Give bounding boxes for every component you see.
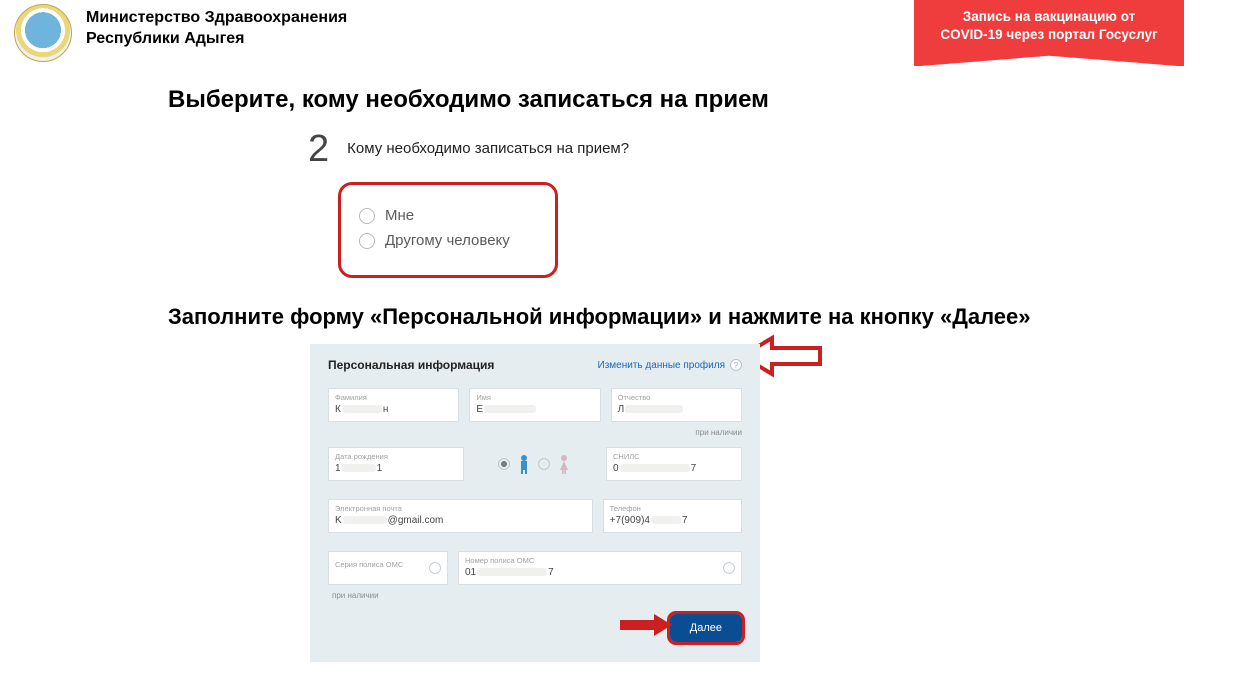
optional-hint-1: при наличии xyxy=(328,428,742,437)
female-icon xyxy=(556,454,572,474)
page-content: Выберите, кому необходимо записаться на … xyxy=(168,86,1180,662)
help-icon[interactable]: ? xyxy=(730,359,742,371)
organization-name: Министерство Здравоохранения Республики … xyxy=(86,4,347,50)
personal-info-panel-wrap: Персональная информация Изменить данные … xyxy=(310,344,760,662)
badge-line-1: Запись на вакцинацию от xyxy=(924,8,1174,26)
oms-number-value: 017 xyxy=(465,567,554,578)
firstname-label: Имя xyxy=(476,393,593,402)
firstname-field[interactable]: Имя Е xyxy=(469,388,600,422)
patronymic-value: Л xyxy=(618,404,685,415)
instruction-heading-1: Выберите, кому необходимо записаться на … xyxy=(168,86,1180,114)
oms-number-label: Номер полиса ОМС xyxy=(465,556,735,565)
patronymic-field[interactable]: Отчество Л xyxy=(611,388,742,422)
snils-field[interactable]: СНИЛС 07 xyxy=(606,447,742,481)
radio-icon xyxy=(359,233,375,249)
radio-option-other[interactable]: Другому человеку xyxy=(359,232,537,249)
dob-value: 11 xyxy=(335,463,382,474)
lastname-field[interactable]: Фамилия Кн xyxy=(328,388,459,422)
lastname-label: Фамилия xyxy=(335,393,452,402)
radio-icon xyxy=(359,208,375,224)
optional-hint-2: при наличии xyxy=(332,591,742,600)
step-2-question: Кому необходимо записаться на прием? xyxy=(347,130,629,157)
gender-female-radio[interactable] xyxy=(538,458,550,470)
org-line-1: Министерство Здравоохранения xyxy=(86,8,347,29)
who-radio-group: Мне Другому человеку xyxy=(338,182,558,278)
next-button[interactable]: Далее xyxy=(670,614,742,642)
step-2-row: 2 Кому необходимо записаться на прием? xyxy=(308,130,1180,168)
organization-block: Министерство Здравоохранения Республики … xyxy=(14,4,347,62)
phone-label: Телефон xyxy=(610,504,735,513)
oms-number-field[interactable]: Номер полиса ОМС 017 xyxy=(458,551,742,585)
phone-value: +7(909)47 xyxy=(610,515,688,526)
radio-option-me[interactable]: Мне xyxy=(359,207,537,224)
email-label: Электронная почта xyxy=(335,504,586,513)
radio-label-other: Другому человеку xyxy=(385,232,510,249)
oms-series-field[interactable]: Серия полиса ОМС xyxy=(328,551,448,585)
male-icon xyxy=(516,454,532,474)
email-value: K@gmail.com xyxy=(335,515,443,526)
snils-label: СНИЛС xyxy=(613,452,735,461)
dob-label: Дата рождения xyxy=(335,452,457,461)
oms-series-label: Серия полиса ОМС xyxy=(335,556,441,569)
instruction-heading-2: Заполните форму «Персональной информации… xyxy=(168,304,1180,330)
edit-profile-link[interactable]: Изменить данные профиля ? xyxy=(598,359,742,371)
phone-field[interactable]: Телефон +7(909)47 xyxy=(603,499,742,533)
badge-line-2: COVID-19 через портал Госуслуг xyxy=(924,26,1174,44)
gender-male-radio[interactable] xyxy=(498,458,510,470)
email-field[interactable]: Электронная почта K@gmail.com xyxy=(328,499,593,533)
step-number-icon: 2 xyxy=(308,130,329,168)
org-line-2: Республики Адыгея xyxy=(86,29,347,50)
firstname-value: Е xyxy=(476,404,537,415)
snils-value: 07 xyxy=(613,463,696,474)
gender-selector[interactable] xyxy=(474,447,596,481)
pointer-arrow-right-icon xyxy=(618,612,674,643)
emblem-icon xyxy=(14,4,72,62)
radio-label-me: Мне xyxy=(385,207,414,224)
lastname-value: Кн xyxy=(335,404,388,415)
dob-field[interactable]: Дата рождения 11 xyxy=(328,447,464,481)
panel-title: Персональная информация xyxy=(328,358,494,372)
banner-badge: Запись на вакцинацию от COVID-19 через п… xyxy=(914,0,1184,66)
personal-info-panel: Персональная информация Изменить данные … xyxy=(310,344,760,662)
edit-profile-link-text: Изменить данные профиля xyxy=(598,360,725,371)
page-header: Министерство Здравоохранения Республики … xyxy=(0,0,1240,80)
patronymic-label: Отчество xyxy=(618,393,735,402)
